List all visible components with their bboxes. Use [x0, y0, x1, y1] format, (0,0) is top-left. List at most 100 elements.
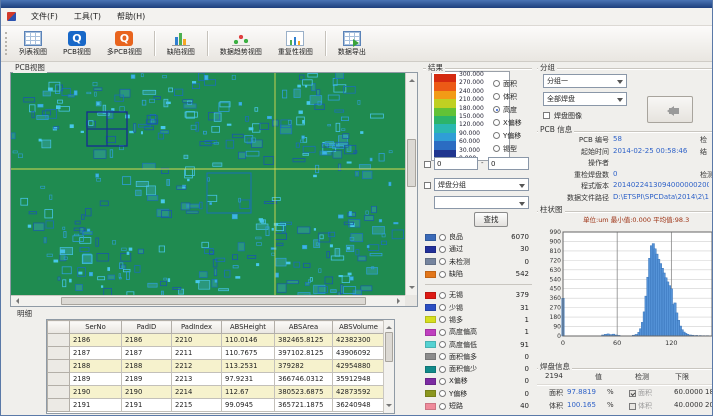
menu-item[interactable]: 文件(F): [24, 9, 65, 24]
range-from-input[interactable]: [434, 157, 478, 170]
metric-label: X偏移: [503, 118, 522, 128]
pcb-info-value: D:\ETSPI\SPCData\2014\2\1006.pv1: [613, 193, 709, 201]
radio-icon[interactable]: [439, 246, 446, 253]
metric-radio-option[interactable]: Y偏移: [493, 129, 522, 142]
details-vertical-scrollbar[interactable]: [383, 320, 394, 413]
table-row[interactable]: 21912191221599.0945365721.187536240948: [48, 399, 385, 412]
radio-icon[interactable]: [439, 403, 446, 410]
details-header-row: SerNoPadIDPadIndexABSHeightABSAreaABSVol…: [48, 321, 385, 334]
pcb-canvas[interactable]: [11, 73, 405, 295]
title-bar[interactable]: [1, 0, 713, 8]
stat-color-swatch: [425, 292, 436, 299]
radio-icon[interactable]: [439, 234, 446, 241]
radio-icon[interactable]: [439, 378, 446, 385]
stat-row-无锡[interactable]: 无锡379: [423, 289, 532, 301]
stat-color-swatch: [425, 258, 436, 265]
pcb-info-value: 58: [613, 135, 622, 143]
pcb-info-label: 起始时间: [537, 147, 609, 157]
stat-row-通过[interactable]: 通过30: [423, 243, 532, 255]
radio-icon[interactable]: [439, 353, 446, 360]
radio-icon[interactable]: [439, 271, 446, 278]
stat-row-少锡[interactable]: 少锡31: [423, 301, 532, 313]
metric-radio-option[interactable]: 锡型: [493, 142, 522, 155]
table-row[interactable]: 218721872211110.7675397102.812543906092: [48, 347, 385, 360]
pad-select-dropdown[interactable]: 全部焊盘: [543, 92, 627, 106]
range-filter-checkbox[interactable]: [424, 161, 431, 168]
radio-icon[interactable]: [439, 366, 446, 373]
stat-row-未检测[interactable]: 未检测0: [423, 256, 532, 268]
pad-info-row-体积: 体积100.165%体积40.0000200.: [537, 401, 713, 413]
table-cell: 2210: [172, 334, 222, 347]
table-cell: 99.0945: [222, 399, 275, 412]
repeat-view-icon: [286, 31, 304, 46]
radio-icon[interactable]: [439, 258, 446, 265]
list-view-icon: [24, 31, 42, 46]
stat-row-X偏移[interactable]: X偏移0: [423, 375, 532, 387]
metric-radio-selected[interactable]: 高度: [493, 103, 522, 116]
toolbar-button-repeat-view[interactable]: 重复性视图: [270, 28, 321, 59]
metric-radio-option[interactable]: 面积: [493, 77, 522, 90]
radio-icon[interactable]: [439, 316, 446, 323]
stat-color-swatch: [425, 366, 436, 373]
stat-row-高度偏高[interactable]: 高度偏高1: [423, 326, 532, 338]
table-cell: 382465.8125: [275, 334, 333, 347]
group-select-dropdown[interactable]: 分组一: [543, 74, 627, 88]
toolbar-button-multi-pcb-view[interactable]: 多PCB视图: [99, 28, 150, 59]
pad-detect-checkbox[interactable]: 面积: [629, 388, 652, 398]
radio-icon[interactable]: [439, 341, 446, 348]
radio-icon[interactable]: [439, 390, 446, 397]
table-row[interactable]: 218621862210110.0146382465.812542382300: [48, 334, 385, 347]
table-row[interactable]: 218821882212113.253137928242954880: [48, 360, 385, 373]
table-cell: 112.67: [222, 386, 275, 399]
stat-row-缺陷[interactable]: 缺陷542: [423, 268, 532, 280]
toolbar-button-defect-view[interactable]: 缺陷视图: [159, 28, 203, 59]
radio-icon[interactable]: [439, 292, 446, 299]
column-header-PadIndex: PadIndex: [172, 321, 222, 334]
stat-row-锡多[interactable]: 锡多1: [423, 314, 532, 326]
pad-detect-checkbox[interactable]: 体积: [629, 401, 652, 411]
stat-color-swatch: [425, 304, 436, 311]
toolbar-button-pcb-view[interactable]: PCB视图: [55, 28, 99, 59]
table-cell: 113.2531: [222, 360, 275, 373]
radio-icon: [493, 145, 500, 152]
radio-icon[interactable]: [439, 304, 446, 311]
radio-icon[interactable]: [439, 329, 446, 336]
metric-radio-option[interactable]: 体积: [493, 90, 522, 103]
radio-icon: [493, 80, 500, 87]
stat-row-Y偏移[interactable]: Y偏移0: [423, 388, 532, 400]
metric-radio-option[interactable]: X偏移: [493, 116, 522, 129]
pad-group-dropdown[interactable]: 焊盘分组: [434, 178, 529, 191]
toolbar-button-trend-view[interactable]: 数据趋势视图: [212, 28, 270, 59]
toolbar-drag-handle[interactable]: [5, 32, 9, 55]
svg-text:450: 450: [550, 286, 562, 293]
back-arrow-button[interactable]: [647, 96, 693, 123]
stat-color-swatch: [425, 316, 436, 323]
stat-row-短路[interactable]: 短路40: [423, 400, 532, 412]
scale-tick-label: 90.000: [459, 130, 480, 137]
stat-label: 高度偏高: [449, 327, 477, 337]
stat-row-面积偏多[interactable]: 面积偏多0: [423, 351, 532, 363]
find-button[interactable]: 查找: [474, 212, 508, 227]
pcb-horizontal-scrollbar[interactable]: [11, 295, 405, 306]
toolbar-button-list-view[interactable]: 列表视图: [11, 28, 55, 59]
column-header-PadID: PadID: [122, 321, 172, 334]
metric-radio-group: 面积体积高度 X偏移Y偏移锡型: [493, 77, 522, 155]
table-cell: 2191: [70, 399, 122, 412]
stat-count: 91: [520, 341, 529, 349]
menu-item[interactable]: 工具(T): [67, 9, 108, 24]
pad-image-checkbox[interactable]: [543, 112, 550, 119]
menu-item[interactable]: 帮助(H): [110, 9, 152, 24]
table-cell: 2188: [70, 360, 122, 373]
pcb-vertical-scrollbar[interactable]: [405, 73, 417, 295]
toolbar-button-export[interactable]: 数据导出: [330, 28, 374, 59]
stat-row-良品[interactable]: 良品6070: [423, 231, 532, 243]
table-cell: 2187: [122, 347, 172, 360]
stat-row-高度偏低[interactable]: 高度偏低91: [423, 338, 532, 350]
stat-row-面积偏少[interactable]: 面积偏少0: [423, 363, 532, 375]
table-row[interactable]: 21892189221397.9231366746.031235912948: [48, 373, 385, 386]
pad-group-checkbox[interactable]: [424, 182, 431, 189]
table-row[interactable]: 219021902214112.67380523.687542873592: [48, 386, 385, 399]
pcb-info-label: PCB 编号: [537, 135, 609, 145]
range-to-input[interactable]: [488, 157, 529, 170]
sub-group-dropdown[interactable]: [434, 196, 529, 209]
